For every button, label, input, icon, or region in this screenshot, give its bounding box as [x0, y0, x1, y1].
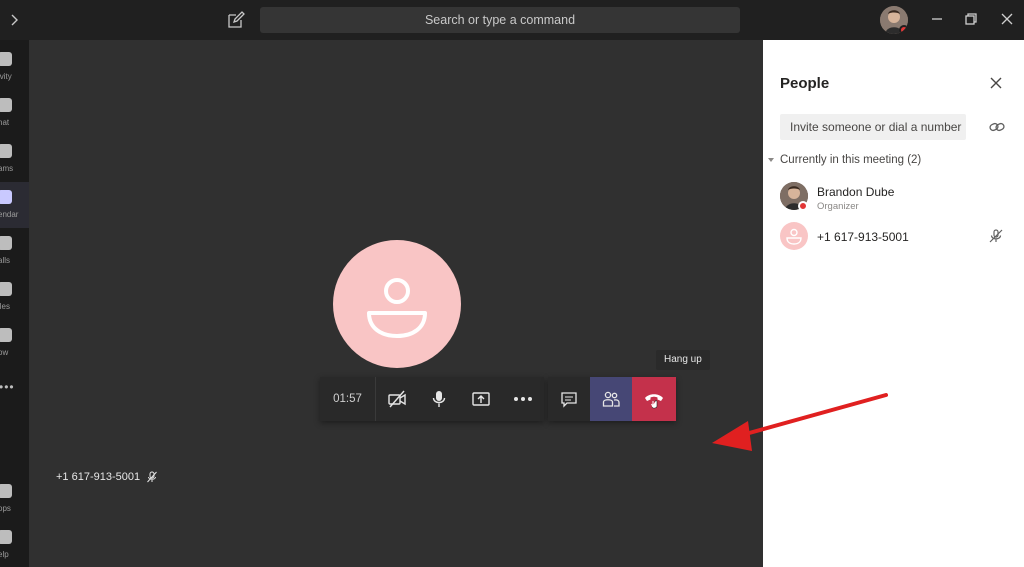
more-actions-button[interactable]	[502, 377, 544, 421]
show-participants-button[interactable]	[590, 377, 632, 421]
participant-name: +1 617-913-5001	[817, 230, 909, 244]
rail-item-files[interactable]: iles	[0, 274, 29, 320]
rail-label: iles	[0, 302, 11, 311]
chevron-right-icon[interactable]	[8, 10, 22, 30]
rail-item-chat[interactable]: hat	[0, 90, 29, 136]
participant-row[interactable]: Brandon Dube Organizer	[780, 182, 1010, 212]
status-busy-indicator	[899, 25, 908, 34]
panel-title: People	[780, 75, 830, 92]
apps-icon	[0, 484, 12, 498]
people-panel: People Invite someone or dial a number C…	[763, 40, 1024, 567]
caller-number: +1 617-913-5001	[56, 471, 141, 483]
mic-off-icon	[147, 471, 157, 483]
participant-name: Brandon Dube	[817, 185, 895, 199]
rail-item-now[interactable]: ow	[0, 320, 29, 366]
rail-item-calls[interactable]: alls	[0, 228, 29, 274]
minimize-icon[interactable]	[928, 10, 946, 28]
rail-label: hat	[0, 118, 10, 127]
mic-toggle-button[interactable]	[418, 377, 460, 421]
more-dots-icon	[514, 397, 532, 401]
hang-up-phone-icon	[645, 394, 663, 409]
rail-label: ow	[0, 348, 9, 357]
camera-off-icon	[388, 390, 406, 408]
section-label: Currently in this meeting (2)	[780, 154, 922, 166]
participant-avatar	[780, 222, 808, 250]
rail-item-teams[interactable]: ams	[0, 136, 29, 182]
share-screen-icon	[472, 392, 490, 406]
hangup-tooltip: Hang up	[656, 350, 710, 370]
media-controls: 01:57	[320, 377, 544, 421]
calendar-icon	[0, 190, 12, 204]
rail-label: ops	[0, 504, 11, 513]
panel-controls	[548, 377, 676, 421]
chat-bubble-icon	[561, 392, 577, 408]
rail-label: elp	[0, 550, 9, 559]
meeting-section-header[interactable]: Currently in this meeting (2)	[768, 154, 921, 166]
person-icon	[367, 278, 427, 338]
close-window-icon[interactable]	[998, 10, 1016, 28]
participant-row[interactable]: +1 617-913-5001	[780, 222, 1010, 252]
share-screen-button[interactable]	[460, 377, 502, 421]
participant-role: Organizer	[817, 201, 859, 212]
hang-up-button[interactable]	[632, 377, 676, 421]
annotation-arrow	[712, 393, 888, 451]
invite-input[interactable]: Invite someone or dial a number	[780, 114, 966, 140]
caller-label: +1 617-913-5001	[56, 471, 158, 483]
rail-item-apps[interactable]: ops	[0, 476, 29, 522]
participants-icon	[602, 391, 620, 407]
caret-down-icon	[768, 158, 774, 162]
call-timer: 01:57	[320, 377, 376, 421]
status-busy-indicator	[798, 201, 808, 211]
teams-icon	[0, 144, 12, 158]
call-controls: 01:57	[320, 377, 676, 421]
person-icon	[786, 228, 802, 245]
user-avatar[interactable]	[880, 6, 908, 34]
app-rail: ivity hat ams endar alls iles ow ••• ops…	[0, 40, 29, 567]
rail-item-calendar[interactable]: endar	[0, 182, 29, 228]
rail-label: ams	[0, 164, 14, 173]
files-icon	[0, 282, 12, 296]
calls-icon	[0, 236, 12, 250]
help-icon	[0, 530, 12, 544]
rail-label: ivity	[0, 72, 12, 81]
search-input[interactable]: Search or type a command	[260, 7, 740, 33]
call-stage: +1 617-913-5001	[29, 40, 763, 567]
rail-label: alls	[0, 256, 11, 265]
more-apps-icon[interactable]: •••	[0, 380, 15, 394]
show-chat-button[interactable]	[548, 377, 590, 421]
camera-toggle-button[interactable]	[376, 377, 418, 421]
rail-label: endar	[0, 210, 19, 219]
now-icon	[0, 328, 12, 342]
caller-avatar	[333, 240, 461, 368]
restore-icon[interactable]	[962, 10, 980, 28]
rail-item-activity[interactable]: ivity	[0, 44, 29, 90]
chat-icon	[0, 98, 12, 112]
close-icon[interactable]	[989, 76, 1003, 90]
title-bar: Search or type a command	[0, 0, 1024, 40]
microphone-icon	[432, 391, 446, 407]
share-link-icon[interactable]	[989, 120, 1005, 134]
compose-icon[interactable]	[226, 10, 246, 30]
bell-icon	[0, 52, 12, 66]
mic-off-icon[interactable]	[988, 228, 1004, 244]
rail-item-help[interactable]: elp	[0, 522, 29, 567]
